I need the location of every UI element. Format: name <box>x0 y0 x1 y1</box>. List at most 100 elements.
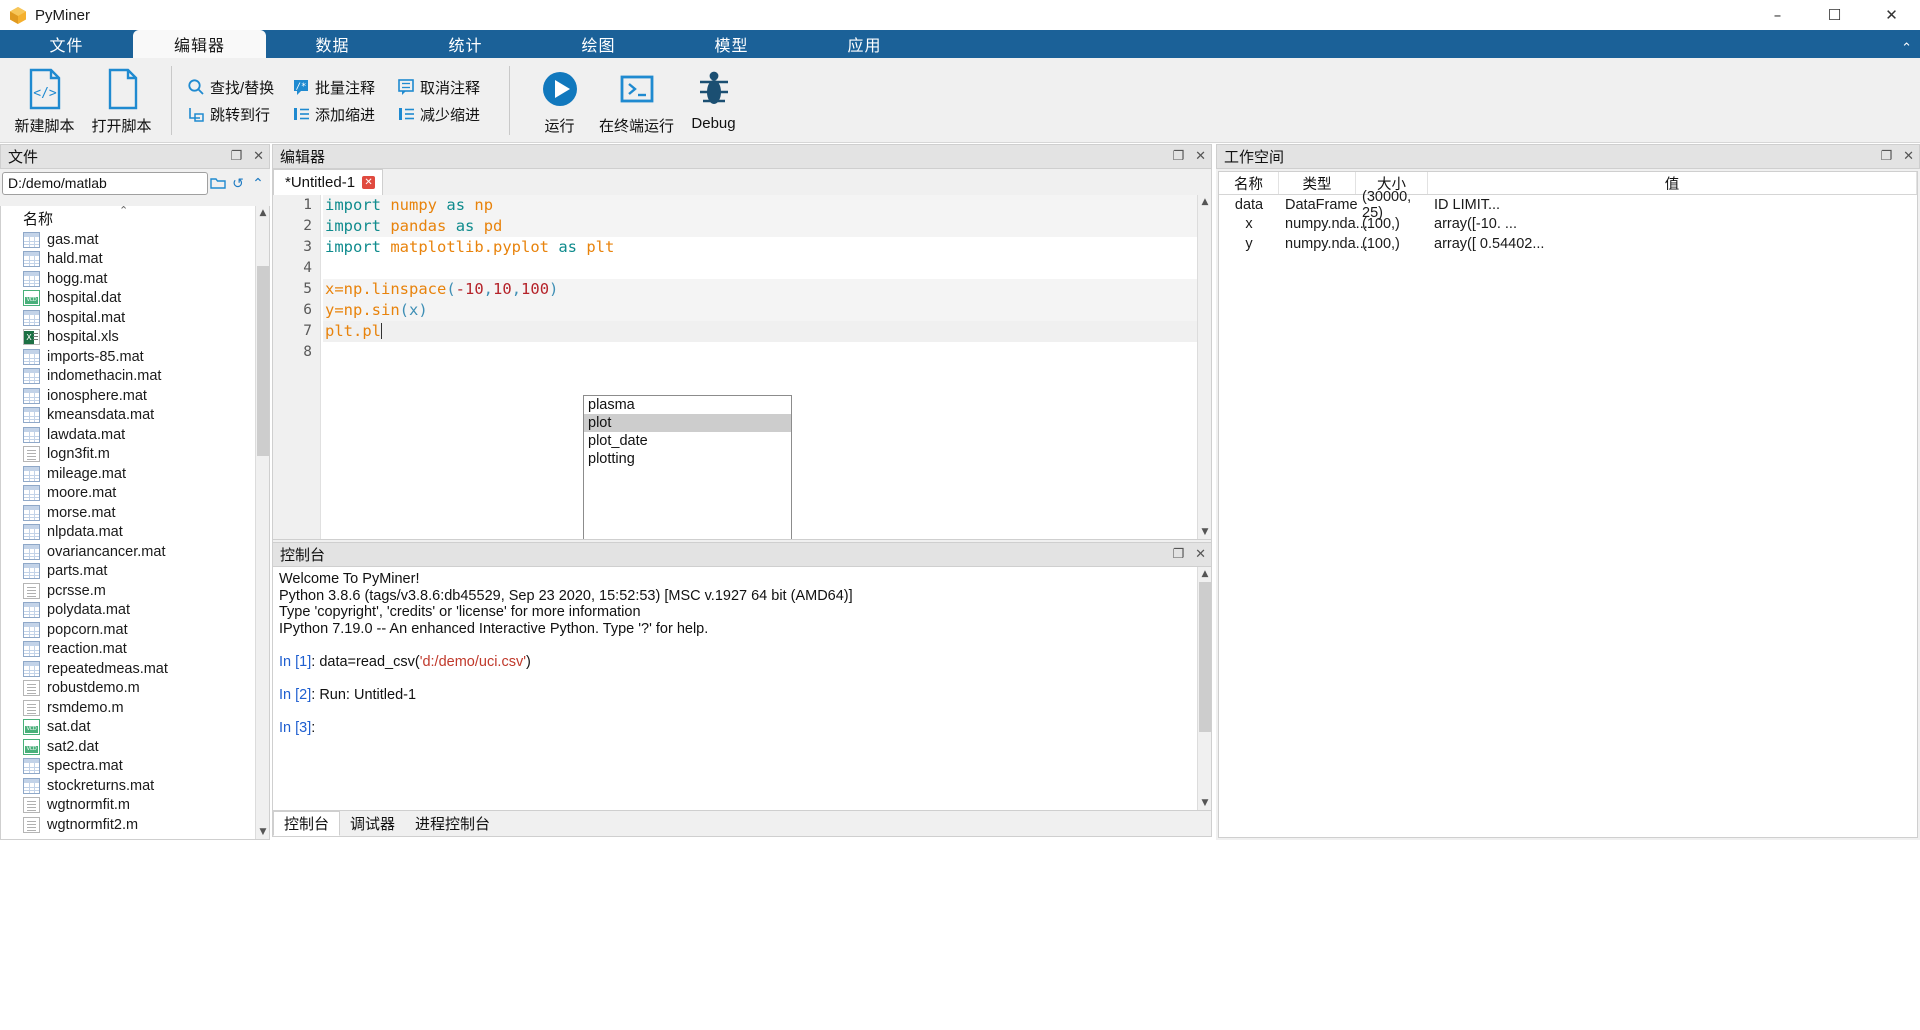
ribbon-tab-model[interactable]: 模型 <box>665 30 798 58</box>
file-list-item[interactable]: VCD sat2.dat <box>1 737 269 757</box>
file-list-item[interactable]: polydata.mat <box>1 601 269 621</box>
new-script-button[interactable]: </> 新建脚本 <box>6 61 83 141</box>
file-list-item[interactable]: Xhospital.xls <box>1 328 269 348</box>
code-lines[interactable]: import numpy as np import pandas as pd imp… <box>323 195 1197 363</box>
console-close-icon[interactable]: ✕ <box>1195 548 1206 561</box>
file-list-item[interactable]: popcorn.mat <box>1 620 269 640</box>
goto-line-button[interactable]: 跳转到行 <box>183 101 288 128</box>
ribbon-tab-apps[interactable]: 应用 <box>798 30 931 58</box>
file-list-item[interactable]: lawdata.mat <box>1 425 269 445</box>
code-line[interactable]: import matplotlib.pyplot as plt <box>323 237 1197 258</box>
code-line[interactable]: import pandas as pd <box>323 216 1197 237</box>
file-list-item[interactable]: parts.mat <box>1 562 269 582</box>
editor-restore-icon[interactable]: ❐ <box>1172 150 1184 163</box>
files-scroll-thumb[interactable] <box>257 266 269 456</box>
editor-scroll-up-icon[interactable]: ▲ <box>1198 195 1211 209</box>
autocomplete-item[interactable]: plotting <box>584 450 791 468</box>
console-scroll-up-icon[interactable]: ▲ <box>1198 567 1211 581</box>
browse-folder-icon[interactable] <box>208 172 228 194</box>
autocomplete-popup[interactable]: plasma plot plot_date plotting <box>583 395 792 539</box>
workspace-col-name[interactable]: 名称 <box>1219 172 1279 194</box>
file-list-item[interactable]: moore.mat <box>1 484 269 504</box>
ribbon-tab-editor[interactable]: 编辑器 <box>133 30 266 58</box>
console-restore-icon[interactable]: ❐ <box>1172 548 1184 561</box>
editor-scroll-down-icon[interactable]: ▼ <box>1198 525 1211 539</box>
editor-scrollbar[interactable]: ▲ ▼ <box>1197 195 1211 539</box>
editor-close-icon[interactable]: ✕ <box>1195 150 1206 163</box>
file-list-item[interactable]: morse.mat <box>1 503 269 523</box>
find-replace-button[interactable]: 查找/替换 <box>183 74 288 101</box>
files-list[interactable]: 名称 ⌃ gas.mat hald.mat hogg.mat VCD hospital.… <box>0 206 270 840</box>
run-in-terminal-button[interactable]: 在终端运行 <box>598 61 675 141</box>
file-list-item[interactable]: ionosphere.mat <box>1 386 269 406</box>
code-line[interactable]: plt.pl <box>323 321 1197 342</box>
file-list-item[interactable]: stockreturns.mat <box>1 776 269 796</box>
workspace-col-value[interactable]: 值 <box>1428 172 1917 194</box>
file-list-item[interactable]: wgtnormfit.m <box>1 796 269 816</box>
files-scrollbar[interactable]: ▲ ▼ <box>255 206 269 839</box>
file-list-item[interactable]: VCD hospital.dat <box>1 289 269 309</box>
indent-decrease-button[interactable]: 减少缩进 <box>393 101 498 128</box>
files-close-icon[interactable]: ✕ <box>253 150 264 163</box>
minimize-button[interactable]: – <box>1749 0 1806 30</box>
file-list-item[interactable]: ovariancancer.mat <box>1 542 269 562</box>
files-scroll-up-icon[interactable]: ▲ <box>256 206 269 220</box>
file-list-item[interactable]: gas.mat <box>1 230 269 250</box>
editor-tab-untitled-1[interactable]: *Untitled-1 ✕ <box>273 169 384 195</box>
files-column-header[interactable]: 名称 ⌃ <box>1 206 269 230</box>
file-list-item[interactable]: spectra.mat <box>1 757 269 777</box>
autocomplete-item[interactable]: plot_date <box>584 432 791 450</box>
path-input[interactable] <box>2 171 208 195</box>
file-list-item[interactable]: robustdemo.m <box>1 679 269 699</box>
file-list-item[interactable]: hogg.mat <box>1 269 269 289</box>
indent-increase-button[interactable]: 添加缩进 <box>288 101 393 128</box>
ribbon-tab-statistics[interactable]: 统计 <box>399 30 532 58</box>
file-list-item[interactable]: wgtnormfit2.m <box>1 815 269 835</box>
file-list-item[interactable]: hospital.mat <box>1 308 269 328</box>
workspace-table[interactable]: 名称 类型 大小 值 data DataFrame (30000, 25) ID L… <box>1218 171 1918 838</box>
file-list-item[interactable]: mileage.mat <box>1 464 269 484</box>
file-list-item[interactable]: reaction.mat <box>1 640 269 660</box>
file-list-item[interactable]: indomethacin.mat <box>1 367 269 387</box>
file-list-item[interactable]: VCD sat.dat <box>1 718 269 738</box>
files-scroll-down-icon[interactable]: ▼ <box>256 825 269 839</box>
file-list-item[interactable]: pcrsse.m <box>1 581 269 601</box>
console-scroll-thumb[interactable] <box>1199 582 1211 732</box>
comment-block-button[interactable]: /* 批量注释 <box>288 74 393 101</box>
console-tab-debugger[interactable]: 调试器 <box>340 811 405 836</box>
run-button[interactable]: 运行 <box>521 61 598 141</box>
workspace-table-row[interactable]: y numpy.nda... (100,) array([ 0.54402... <box>1219 234 1917 254</box>
file-list-item[interactable]: kmeansdata.mat <box>1 406 269 426</box>
ribbon-tab-plot[interactable]: 绘图 <box>532 30 665 58</box>
workspace-table-row[interactable]: data DataFrame (30000, 25) ID LIMIT... <box>1219 189 1917 221</box>
console-tab-process-console[interactable]: 进程控制台 <box>405 811 500 836</box>
ribbon-tab-data[interactable]: 数据 <box>266 30 399 58</box>
code-editor[interactable]: 12345678 import numpy as np import pandas… <box>272 195 1212 540</box>
open-script-button[interactable]: 打开脚本 <box>83 61 160 141</box>
debug-button[interactable]: Debug <box>675 61 752 141</box>
autocomplete-item[interactable]: plasma <box>584 396 791 414</box>
ribbon-tab-file[interactable]: 文件 <box>0 30 133 58</box>
code-line[interactable]: y=np.sin(x) <box>323 300 1197 321</box>
close-button[interactable]: ✕ <box>1863 0 1920 30</box>
console-tab-console[interactable]: 控制台 <box>273 811 341 836</box>
ribbon-collapse-button[interactable]: ⌃ <box>1901 41 1912 56</box>
workspace-table-row[interactable]: x numpy.nda... (100,) array([-10. ... <box>1219 215 1917 235</box>
file-list-item[interactable]: logn3fit.m <box>1 445 269 465</box>
code-line[interactable] <box>323 258 1197 279</box>
uncomment-button[interactable]: 取消注释 <box>393 74 498 101</box>
workspace-close-icon[interactable]: ✕ <box>1903 150 1914 163</box>
maximize-button[interactable]: ☐ <box>1806 0 1863 30</box>
code-line[interactable]: import numpy as np <box>323 195 1197 216</box>
code-line[interactable]: x=np.linspace(-10,10,100) <box>323 279 1197 300</box>
code-line[interactable] <box>323 342 1197 363</box>
editor-tab-close-icon[interactable]: ✕ <box>362 176 376 189</box>
console-output[interactable]: Welcome To PyMiner! Python 3.8.6 (tags/v3… <box>272 567 1212 811</box>
file-list-item[interactable]: repeatedmeas.mat <box>1 659 269 679</box>
files-restore-icon[interactable]: ❐ <box>230 150 242 163</box>
file-list-item[interactable]: imports-85.mat <box>1 347 269 367</box>
refresh-icon[interactable]: ↺ <box>228 172 248 194</box>
autocomplete-item[interactable]: plot <box>584 414 791 432</box>
file-list-item[interactable]: rsmdemo.m <box>1 698 269 718</box>
file-list-item[interactable]: hald.mat <box>1 250 269 270</box>
